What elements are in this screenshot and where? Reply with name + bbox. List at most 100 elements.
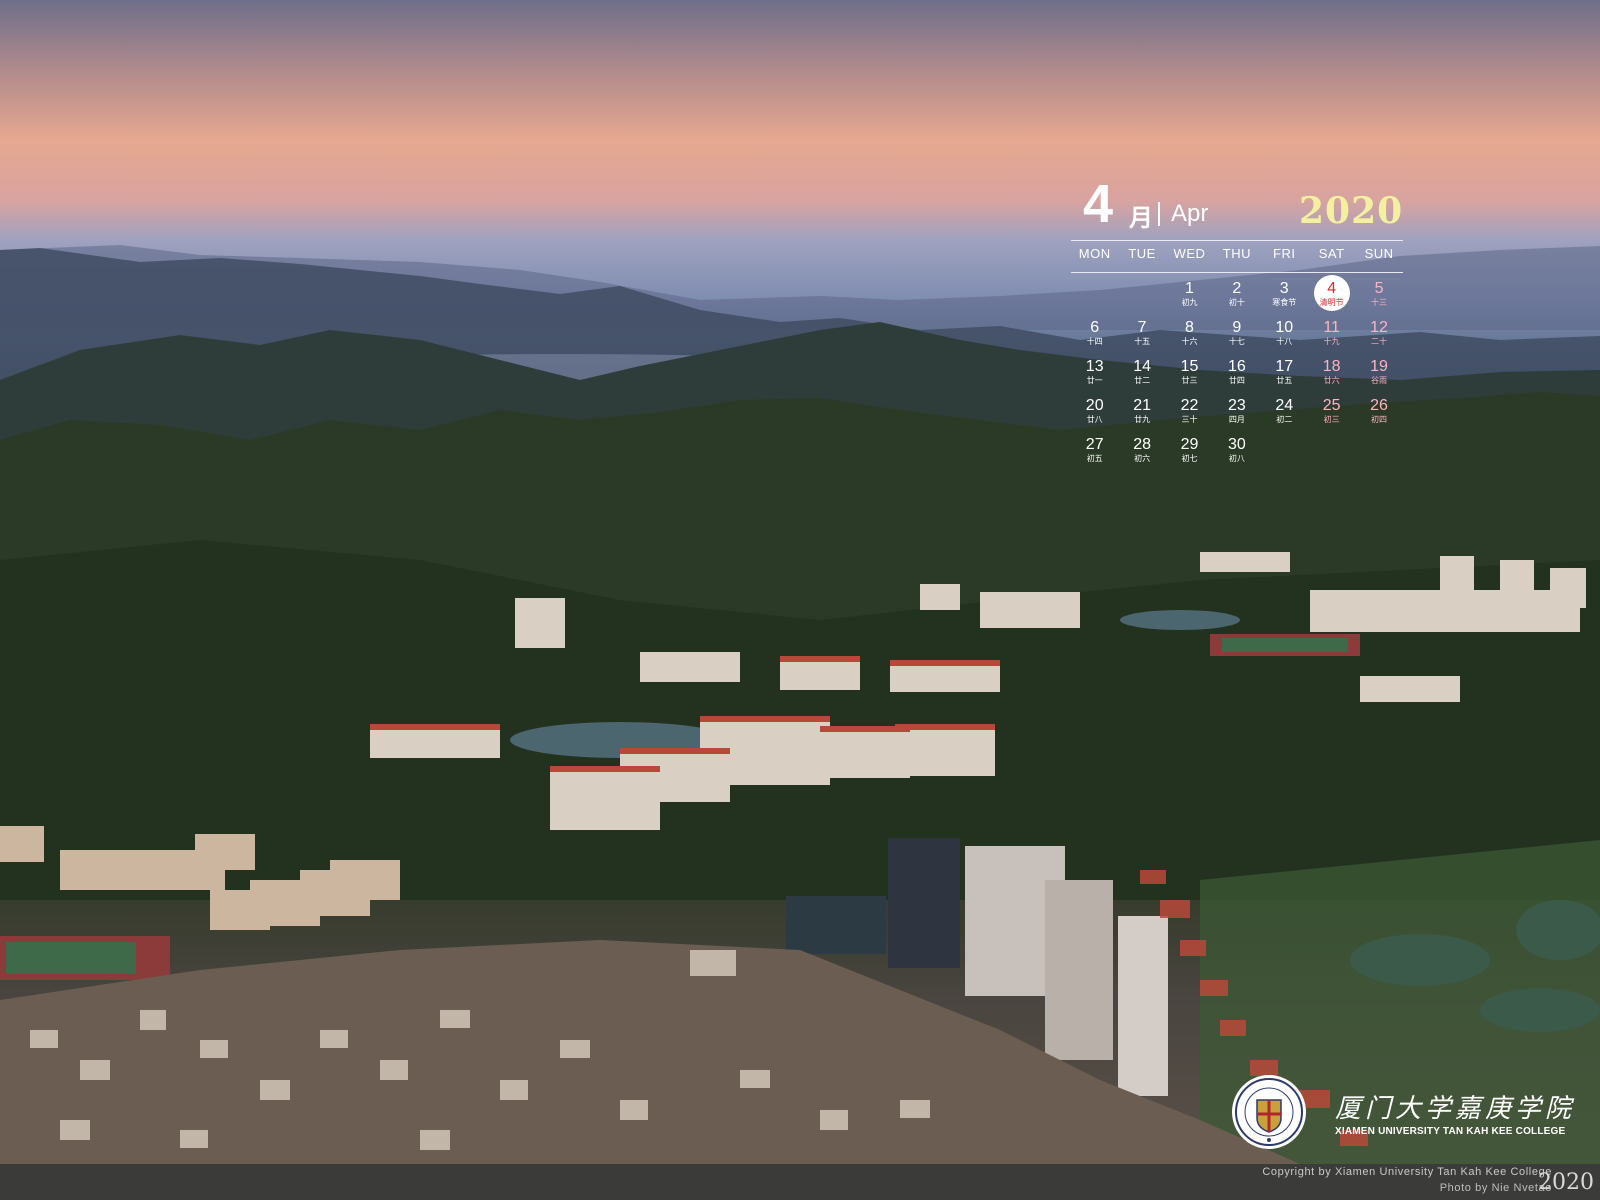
day-number: 6 (1090, 319, 1100, 336)
lunar-date: 廿二 (1134, 376, 1151, 385)
day-number: 5 (1374, 280, 1384, 297)
weekday-label: SAT (1318, 246, 1345, 261)
college-name-en: XIAMEN UNIVERSITY TAN KAH KEE COLLEGE (1335, 1126, 1566, 1137)
month-label-cn: 月 (1129, 205, 1153, 232)
calendar-day-18: 18 廿六 (1308, 358, 1355, 397)
photo-credit: Photo by Nie Nvetao (1439, 1182, 1552, 1194)
day-number: 29 (1180, 436, 1199, 453)
calendar-day-28: 28 初六 (1118, 436, 1165, 475)
day-number: 10 (1275, 319, 1294, 336)
calendar-grid: 1 初九 2 初十 3 寒食节 4 清明节 5 十三 6 十四 7 十五 8 十六 9 十七 10 十八 11 十九 12 二… (1071, 275, 1403, 475)
lunar-date: 十四 (1086, 337, 1103, 346)
lunar-date: 初二 (1276, 415, 1293, 424)
lunar-date: 三十 (1181, 415, 1198, 424)
calendar-day-13: 13 廿一 (1071, 358, 1118, 397)
day-number: 24 (1275, 397, 1294, 414)
calendar-day-27: 27 初五 (1071, 436, 1118, 475)
calendar-day-2: 2 初十 (1213, 280, 1260, 319)
calendar-week-row: 27 初五 28 初六 29 初七 30 初八 (1071, 436, 1403, 475)
footer-bar: Copyright by Xiamen University Tan Kah K… (0, 1164, 1600, 1200)
lunar-date: 初十 (1228, 298, 1245, 307)
calendar-week-row: 6 十四 7 十五 8 十六 9 十七 10 十八 11 十九 12 二十 (1071, 319, 1403, 358)
lunar-date: 初六 (1134, 454, 1151, 463)
lunar-date: 初九 (1181, 298, 1198, 307)
lunar-date: 廿八 (1086, 415, 1103, 424)
weekday-label: TUE (1128, 246, 1156, 261)
lunar-date: 十九 (1323, 337, 1340, 346)
calendar-empty-cell (1355, 436, 1402, 475)
lunar-date: 初三 (1323, 415, 1340, 424)
calendar-day-9: 9 十七 (1213, 319, 1260, 358)
lunar-date: 初五 (1086, 454, 1103, 463)
calendar-day-7: 7 十五 (1118, 319, 1165, 358)
calendar-week-row: 13 廿一 14 廿二 15 廿三 16 廿四 17 廿五 18 廿六 19 谷雨 (1071, 358, 1403, 397)
day-number: 7 (1137, 319, 1147, 336)
lunar-date: 廿九 (1134, 415, 1151, 424)
lunar-date: 初四 (1371, 415, 1388, 424)
day-number: 4 (1327, 280, 1337, 297)
weekday-label: MON (1078, 246, 1111, 261)
calendar-day-1: 1 初九 (1166, 280, 1213, 319)
lunar-date: 四月 (1228, 415, 1245, 424)
day-number: 14 (1133, 358, 1151, 375)
day-number: 13 (1085, 358, 1104, 375)
day-number: 12 (1370, 319, 1388, 336)
calendar-day-11: 11 十九 (1308, 319, 1355, 358)
lunar-date: 廿五 (1276, 376, 1293, 385)
calendar-day-30: 30 初八 (1213, 436, 1260, 475)
lunar-date: 廿四 (1228, 376, 1245, 385)
calendar-week-row: 20 廿八 21 廿九 22 三十 23 四月 24 初二 25 初三 26 初四 (1071, 397, 1403, 436)
day-number: 25 (1322, 397, 1341, 414)
calendar-widget: 4 月 Apr 2020 MON TUE WED THU FRI SAT SUN… (1071, 176, 1403, 463)
college-name-cn: 厦门大学嘉庚学院 (1335, 1094, 1576, 1124)
weekday-label: SUN (1364, 246, 1394, 261)
day-number: 16 (1227, 358, 1246, 375)
header-rule-top (1071, 240, 1403, 241)
day-number: 20 (1085, 397, 1104, 414)
calendar-day-21: 21 廿九 (1118, 397, 1165, 436)
calendar-week-row: 1 初九 2 初十 3 寒食节 4 清明节 5 十三 (1071, 275, 1403, 319)
day-number: 1 (1185, 280, 1194, 297)
day-number: 8 (1185, 319, 1194, 336)
lunar-date: 十五 (1134, 337, 1151, 346)
day-number: 15 (1180, 358, 1199, 375)
footer-year: 2020 (1538, 1170, 1594, 1195)
college-seal-icon (1232, 1075, 1306, 1149)
lunar-date: 十八 (1276, 337, 1293, 346)
calendar-empty-cell (1071, 280, 1118, 319)
day-number: 21 (1133, 397, 1151, 414)
lunar-date: 寒食节 (1272, 298, 1297, 307)
background-photo (0, 0, 1600, 1164)
calendar-day-19: 19 谷雨 (1355, 358, 1402, 397)
day-number: 2 (1232, 280, 1242, 297)
day-number: 26 (1370, 397, 1388, 414)
lunar-date: 初七 (1181, 454, 1198, 463)
calendar-day-4: 4 清明节 (1308, 275, 1355, 319)
header-rule-bottom (1071, 272, 1403, 273)
calendar-year: 2020 (1299, 190, 1404, 232)
month-separator (1158, 202, 1160, 226)
lunar-date: 清明节 (1319, 298, 1344, 307)
day-number: 22 (1180, 397, 1199, 414)
calendar-day-23: 23 四月 (1213, 397, 1260, 436)
day-number: 3 (1279, 280, 1289, 297)
calendar-day-25: 25 初三 (1308, 397, 1355, 436)
calendar-day-24: 24 初二 (1261, 397, 1308, 436)
weekday-header: MON TUE WED THU FRI SAT SUN (1071, 246, 1403, 261)
day-number: 9 (1232, 319, 1242, 336)
calendar-day-6: 6 十四 (1071, 319, 1118, 358)
calendar-day-20: 20 廿八 (1071, 397, 1118, 436)
day-number: 30 (1227, 436, 1246, 453)
month-number: 4 (1083, 174, 1114, 234)
calendar-day-12: 12 二十 (1355, 319, 1402, 358)
day-number: 28 (1133, 436, 1151, 453)
calendar-empty-cell (1261, 436, 1308, 475)
landscape-illustration (0, 245, 1600, 1164)
copyright-text: Copyright by Xiamen University Tan Kah K… (1262, 1166, 1552, 1178)
calendar-header: 4 月 Apr 2020 (1071, 176, 1403, 238)
calendar-empty-cell (1308, 436, 1355, 475)
weekday-label: WED (1173, 246, 1206, 261)
day-number: 19 (1370, 358, 1388, 375)
calendar-day-15: 15 廿三 (1166, 358, 1213, 397)
day-number: 18 (1322, 358, 1341, 375)
